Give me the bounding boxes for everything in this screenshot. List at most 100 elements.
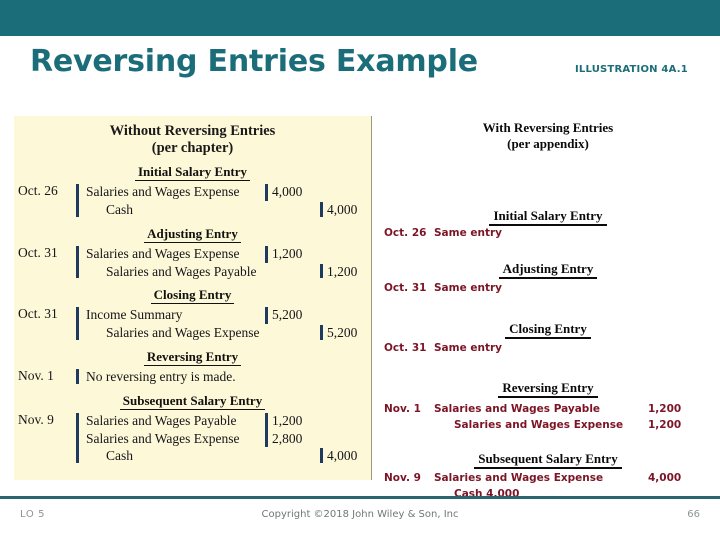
- right-section-title: Closing Entry: [376, 321, 720, 340]
- entry-date: Oct. 31: [18, 306, 58, 322]
- account-names: Salaries and Wages Expense Salaries and W…: [86, 245, 262, 281]
- column-divider: [76, 245, 79, 279]
- left-section-title-text: Subsequent Salary Entry: [119, 392, 266, 410]
- column-divider: [320, 202, 323, 217]
- journal-entry-row: Oct. 26 Salaries and Wages Expense Cash 4,0…: [14, 183, 371, 219]
- account-line: Salaries and Wages Payable: [106, 263, 257, 279]
- copyright-text: Copyright ©2018 John Wiley & Son, Inc: [261, 509, 459, 520]
- entry-date: Nov. 9: [18, 411, 54, 427]
- right-section-title: Adjusting Entry: [376, 261, 720, 280]
- account-line: Salaries and Wages Expense: [86, 430, 240, 446]
- account-names: Salaries and Wages Expense Cash: [86, 183, 262, 219]
- right-section-title-text: Reversing Entry: [498, 380, 598, 399]
- credit-amount: 4,000: [327, 202, 358, 218]
- debit-amount: 4,000: [272, 184, 303, 200]
- column-divider: [76, 412, 79, 464]
- right-section-title-text: Adjusting Entry: [498, 261, 598, 280]
- right-section-title: Reversing Entry: [376, 380, 720, 399]
- title-row: Reversing Entries Example ILLUSTRATION 4…: [0, 44, 720, 100]
- top-accent-band: [0, 0, 720, 36]
- right-entry-row: Salaries and Wages Expense 1,200: [376, 419, 720, 435]
- column-divider: [76, 184, 79, 217]
- right-panel-sections: Initial Salary Entry Oct. 26 Same entry Adj…: [376, 151, 720, 515]
- right-entry-row: Oct. 26 Same entry: [376, 227, 720, 243]
- debit-amount: 1,200: [272, 245, 303, 261]
- account-line: Same entry: [434, 227, 503, 240]
- footer-divider: [0, 496, 720, 499]
- left-section-title-text: Reversing Entry: [143, 349, 242, 366]
- credit-amount: 1,200: [327, 263, 358, 279]
- column-divider: [320, 325, 323, 340]
- journal-entry-row: Nov. 1 No reversing entry is made.: [14, 368, 371, 386]
- left-section-title: Closing Entry: [14, 287, 371, 305]
- entry-date: Oct. 26: [384, 227, 427, 240]
- right-panel-heading-line2: (per appendix): [507, 135, 589, 151]
- column-divider: [320, 448, 323, 464]
- left-section-title-text: Closing Entry: [150, 287, 235, 305]
- account-line: Salaries and Wages Expense: [106, 325, 260, 341]
- account-line: Salaries and Wages Expense: [86, 245, 240, 261]
- credit-amount: 4,000: [327, 448, 358, 464]
- without-reversing-entries-panel: Without Reversing Entries (per chapter) …: [14, 116, 372, 480]
- column-divider: [320, 263, 323, 279]
- left-panel-sections: Initial Salary Entry Oct. 26 Salaries and …: [14, 164, 371, 465]
- entry-date: Nov. 1: [384, 403, 421, 416]
- right-entry-row: Nov. 1 Salaries and Wages Payable 1,200: [376, 403, 720, 419]
- illustration-label: ILLUSTRATION 4A.1: [575, 64, 688, 75]
- right-entry-row: Nov. 9 Salaries and Wages Expense 4,000: [376, 472, 720, 488]
- entry-date: Oct. 26: [18, 183, 58, 199]
- entry-amount: 1,200: [648, 419, 682, 432]
- entry-date: Oct. 31: [18, 244, 58, 260]
- entry-date: Oct. 31: [384, 342, 427, 355]
- left-section-title: Subsequent Salary Entry: [14, 392, 371, 410]
- account-line: Same entry: [434, 282, 503, 295]
- entry-note: No reversing entry is made.: [86, 369, 236, 384]
- right-section-title-text: Initial Salary Entry: [489, 208, 607, 227]
- entry-date: Nov. 1: [18, 368, 54, 383]
- right-panel-heading-line1: With Reversing Entries: [482, 120, 614, 135]
- column-divider: [265, 307, 268, 325]
- column-divider: [265, 245, 268, 263]
- right-section-title: Subsequent Salary Entry: [376, 451, 720, 470]
- entry-date: Nov. 9: [384, 472, 421, 485]
- entry-amount: 4,000: [648, 472, 682, 485]
- account-line: Salaries and Wages Expense: [434, 472, 604, 485]
- debit-amount: 1,200: [272, 412, 303, 428]
- right-section-title-text: Subsequent Salary Entry: [474, 451, 622, 470]
- journal-entry-row: Nov. 9 Salaries and Wages Payable Salaries…: [14, 412, 371, 465]
- entry-date: Oct. 31: [384, 282, 427, 295]
- right-entry-row: Oct. 31 Same entry: [376, 342, 720, 358]
- debit-amount: 5,200: [272, 307, 303, 323]
- page-title: Reversing Entries Example: [30, 44, 478, 79]
- column-divider: [76, 369, 79, 384]
- journal-entry-row: Oct. 31 Income Summary Salaries and Wages …: [14, 306, 371, 342]
- account-line: Salaries and Wages Expense: [454, 419, 624, 432]
- page-number: 66: [687, 509, 700, 520]
- right-panel-heading: With Reversing Entries (per appendix): [376, 116, 720, 151]
- right-section-title: Initial Salary Entry: [376, 208, 720, 227]
- left-panel-heading-line1: Without Reversing Entries: [109, 123, 276, 139]
- right-section-title-text: Closing Entry: [505, 321, 591, 340]
- right-entry-row: Oct. 31 Same entry: [376, 282, 720, 298]
- column-divider: [265, 184, 268, 202]
- column-divider: [76, 307, 79, 340]
- credit-amount: 5,200: [327, 325, 358, 341]
- with-reversing-entries-panel: With Reversing Entries (per appendix) In…: [376, 116, 720, 500]
- account-line: Salaries and Wages Expense: [86, 184, 240, 200]
- account-line: Same entry: [434, 342, 503, 355]
- account-line: Cash: [106, 202, 133, 218]
- footer: LO 5 Copyright ©2018 John Wiley & Son, I…: [0, 505, 720, 529]
- left-panel-heading-line2: (per chapter): [151, 140, 234, 157]
- account-line: Income Summary: [86, 307, 183, 323]
- account-names: Income Summary Salaries and Wages Expense: [86, 306, 262, 342]
- debit-amount: 2,800: [272, 430, 303, 446]
- left-section-title-text: Adjusting Entry: [144, 225, 241, 243]
- account-line: Cash: [106, 448, 133, 464]
- journal-entry-row: Oct. 31 Salaries and Wages Expense Salarie…: [14, 245, 371, 281]
- left-section-title: Initial Salary Entry: [14, 164, 371, 182]
- left-panel-heading: Without Reversing Entries (per chapter): [14, 116, 371, 157]
- account-line: Salaries and Wages Payable: [434, 403, 601, 416]
- left-section-title: Adjusting Entry: [14, 225, 371, 243]
- left-section-title-text: Initial Salary Entry: [134, 164, 251, 182]
- account-line: Salaries and Wages Payable: [86, 412, 237, 428]
